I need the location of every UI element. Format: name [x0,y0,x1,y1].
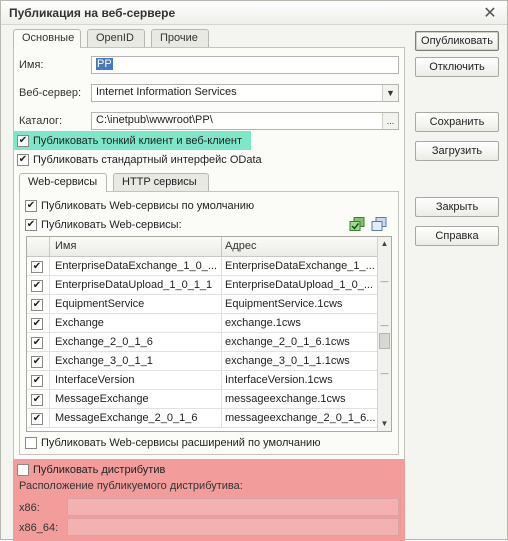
webserver-value: Internet Information Services [96,86,237,98]
x86-label: x86: [19,502,40,514]
publish-button[interactable]: Опубликовать [415,31,499,51]
tab-openid[interactable]: OpenID [87,29,145,47]
catalog-input[interactable]: C:\inetpub\wwwroot\PP\ ... [91,112,399,130]
row-checkbox[interactable]: ✔ [31,356,43,368]
publish-extensions-label: Публиковать Web-сервисы расширений по ум… [41,437,321,449]
row-checkbox[interactable]: ✔ [31,394,43,406]
table-row[interactable]: ✔ MessageExchange_2_0_1_6 messageexchang… [27,409,377,428]
table-row[interactable]: ✔ Exchange_2_0_1_6 exchange_2_0_1_6.1cws [27,333,377,352]
name-label: Имя: [19,59,44,71]
publish-thin-client-option[interactable]: ✔ Публиковать тонкий клиент и веб-клиент [17,133,242,149]
publish-distributive-checkbox[interactable] [17,464,29,476]
table-row[interactable]: ✔ MessageExchange messageexchange.1cws [27,390,377,409]
publish-odata-option[interactable]: ✔ Публиковать стандартный интерфейс ODat… [17,152,262,168]
publish-ws-default-checkbox[interactable]: ✔ [25,200,37,212]
catalog-label: Каталог: [19,115,63,127]
row-name: Exchange_3_0_1_1 [55,355,153,367]
publish-thin-client-checkbox[interactable]: ✔ [17,135,29,147]
table-row[interactable]: ✔ EquipmentService EquipmentService.1cws [27,295,377,314]
tab-http-services[interactable]: HTTP сервисы [113,173,209,191]
save-button[interactable]: Сохранить [415,112,499,132]
web-services-table: Имя Адрес ✔ EnterpriseDataExchange_1_0_.… [26,236,392,432]
publish-ws-label: Публиковать Web-сервисы: [41,219,182,231]
catalog-value: C:\inetpub\wwwroot\PP\ [96,114,213,126]
row-name: MessageExchange [55,393,149,405]
close-button[interactable]: Закрыть [415,197,499,217]
uncheck-all-icon[interactable] [371,217,387,231]
chevron-down-icon[interactable]: ▼ [382,85,398,101]
publish-ws-option[interactable]: ✔ Публиковать Web-сервисы: [25,217,182,233]
publish-dialog: Публикация на веб-сервере ✕ Основные Ope… [0,0,508,541]
row-checkbox[interactable]: ✔ [31,413,43,425]
row-address: messageexchange_2_0_1_6... [225,412,375,424]
row-address: EnterpriseDataExchange_1_... [225,260,375,272]
window-title: Публикация на веб-сервере [9,6,176,20]
publish-extensions-checkbox[interactable] [25,437,37,449]
tab-other[interactable]: Прочие [151,29,209,47]
row-checkbox[interactable]: ✔ [31,318,43,330]
webserver-select[interactable]: Internet Information Services ▼ [91,84,399,102]
publish-distributive-option[interactable]: Публиковать дистрибутив [17,462,165,478]
distributive-location-label: Расположение публикуемого дистрибутива: [19,480,243,492]
x86-64-label: x86_64: [19,522,59,534]
publish-ws-checkbox[interactable]: ✔ [25,219,37,231]
publish-odata-label: Публиковать стандартный интерфейс OData [33,154,262,166]
row-name: EquipmentService [55,298,145,310]
name-value: PP [96,58,113,70]
x86-path-input[interactable] [67,498,399,516]
scroll-up-icon[interactable]: ▲ [378,237,391,251]
row-checkbox[interactable]: ✔ [31,280,43,292]
column-address-header[interactable]: Адрес [225,240,257,252]
check-all-icon[interactable] [349,217,365,231]
table-header: Имя Адрес [27,237,391,257]
publish-ws-default-label: Публиковать Web-сервисы по умолчанию [41,200,255,212]
webserver-label: Веб-сервер: [19,87,82,99]
row-name: MessageExchange_2_0_1_6 [55,412,198,424]
row-name: Exchange [55,317,104,329]
row-address: exchange.1cws [225,317,301,329]
row-checkbox[interactable]: ✔ [31,299,43,311]
table-scrollbar[interactable]: ▲ — — — ▼ [377,237,391,431]
name-input[interactable]: PP [91,56,399,74]
row-address: messageexchange.1cws [225,393,346,405]
table-row[interactable]: ✔ Exchange_3_0_1_1 exchange_3_0_1_1.1cws [27,352,377,371]
row-checkbox[interactable]: ✔ [31,337,43,349]
disable-button[interactable]: Отключить [415,57,499,77]
row-address: exchange_2_0_1_6.1cws [225,336,350,348]
row-name: InterfaceVersion [55,374,135,386]
scroll-mark-icon: — [380,277,389,286]
browse-button[interactable]: ... [382,113,398,129]
column-name-header[interactable]: Имя [55,240,76,252]
publish-extensions-option[interactable]: Публиковать Web-сервисы расширений по ум… [25,435,320,451]
publish-thin-client-label: Публиковать тонкий клиент и веб-клиент [33,135,243,147]
row-address: EquipmentService.1cws [225,298,343,310]
table-row[interactable]: ✔ EnterpriseDataUpload_1_0_1_1 Enterpris… [27,276,377,295]
tab-web-services[interactable]: Web-сервисы [19,173,107,192]
table-row[interactable]: ✔ EnterpriseDataExchange_1_0_... Enterpr… [27,257,377,276]
table-row[interactable]: ✔ InterfaceVersion InterfaceVersion.1cws [27,371,377,390]
row-address: EnterpriseDataUpload_1_0_... [225,279,373,291]
help-button[interactable]: Справка [415,226,499,246]
x86-64-path-input[interactable] [67,518,399,536]
scroll-down-icon[interactable]: ▼ [378,417,391,431]
publish-ws-default-option[interactable]: ✔ Публиковать Web-сервисы по умолчанию [25,198,254,214]
close-icon[interactable]: ✕ [481,3,499,23]
row-checkbox[interactable]: ✔ [31,375,43,387]
publish-distributive-label: Публиковать дистрибутив [33,464,166,476]
scroll-mark-icon: — [380,321,389,330]
table-row[interactable]: ✔ Exchange exchange.1cws [27,314,377,333]
load-button[interactable]: Загрузить [415,141,499,161]
row-name: Exchange_2_0_1_6 [55,336,153,348]
title-bar: Публикация на веб-сервере ✕ [1,1,507,25]
publish-odata-checkbox[interactable]: ✔ [17,154,29,166]
scroll-thumb[interactable] [379,333,390,349]
row-name: EnterpriseDataExchange_1_0_... [55,260,218,272]
tab-main[interactable]: Основные [13,29,81,48]
row-address: exchange_3_0_1_1.1cws [225,355,350,367]
scroll-mark-icon: — [380,369,389,378]
row-address: InterfaceVersion.1cws [225,374,333,386]
row-name: EnterpriseDataUpload_1_0_1_1 [55,279,213,291]
row-checkbox[interactable]: ✔ [31,261,43,273]
